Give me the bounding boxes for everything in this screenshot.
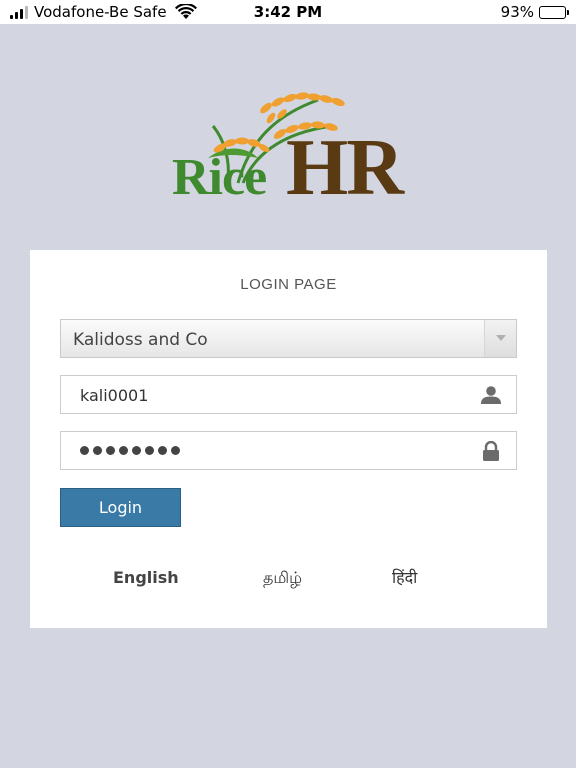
language-hindi[interactable]: हिंदी: [392, 566, 417, 588]
battery-icon: [539, 5, 569, 19]
login-button[interactable]: Login: [60, 488, 181, 527]
login-card: LOGIN PAGE Kalidoss and Co kali0001 Logi…: [30, 250, 547, 628]
password-dot: [119, 446, 128, 455]
password-dot: [132, 446, 141, 455]
battery-percent: 93%: [500, 3, 534, 21]
password-dot: [93, 446, 102, 455]
status-time: 3:42 PM: [253, 3, 323, 21]
user-icon: [480, 385, 502, 405]
logo-text-rice: Rice: [172, 149, 267, 206]
status-bar: Vodafone-Be Safe 3:42 PM 93%: [0, 0, 576, 24]
lock-icon: [480, 440, 502, 461]
logo-text-hr: HR: [286, 124, 404, 212]
company-select-value: Kalidoss and Co: [73, 330, 208, 350]
username-value: kali0001: [80, 386, 149, 405]
page-title: LOGIN PAGE: [240, 276, 337, 293]
password-masked-value: [80, 446, 180, 455]
username-input[interactable]: kali0001: [60, 375, 517, 414]
status-bar-right: 93%: [500, 3, 569, 21]
password-dot: [158, 446, 167, 455]
ricehr-logo: Rice HR: [168, 88, 408, 212]
language-english[interactable]: English: [113, 568, 179, 587]
password-dot: [145, 446, 154, 455]
password-dot: [171, 446, 180, 455]
password-dot: [80, 446, 89, 455]
password-input[interactable]: [60, 431, 517, 470]
language-tamil[interactable]: தமிழ்: [263, 568, 302, 589]
password-dot: [106, 446, 115, 455]
chevron-down-icon[interactable]: [484, 320, 516, 357]
company-select[interactable]: Kalidoss and Co: [60, 319, 517, 358]
